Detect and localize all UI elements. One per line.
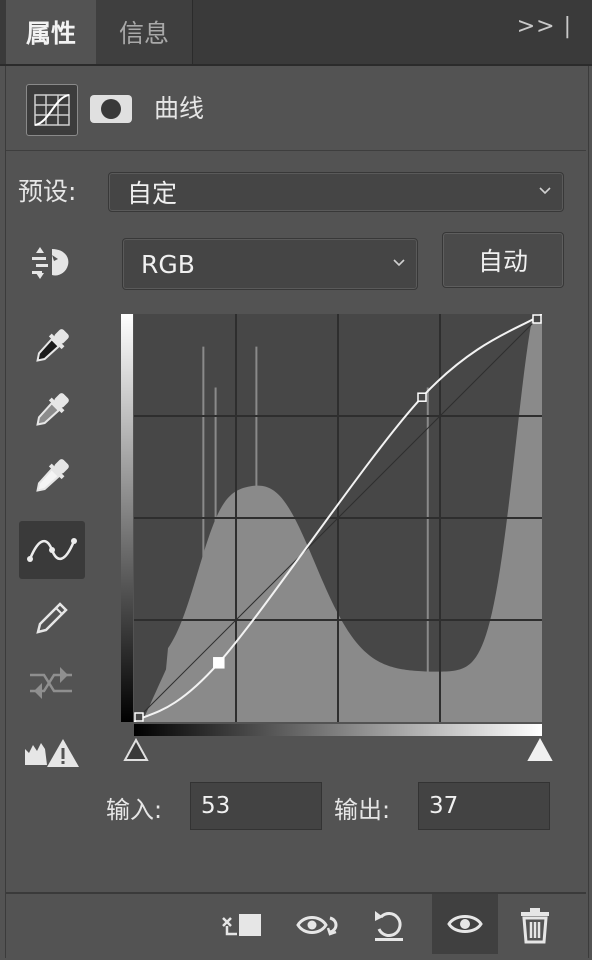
curve-point[interactable] — [134, 712, 144, 722]
on-image-adjust-icon[interactable] — [24, 236, 78, 290]
panel-menu-button[interactable]: >> | — [517, 14, 572, 39]
white-point-eyedropper-icon[interactable] — [24, 450, 78, 504]
clipping-warning-icon[interactable] — [22, 726, 82, 780]
white-point-slider[interactable] — [527, 737, 553, 762]
preset-value: 自定 — [127, 179, 178, 208]
smooth-curve-icon[interactable] — [24, 656, 78, 710]
reset-adjustment-icon[interactable] — [362, 898, 416, 952]
black-point-eyedropper-icon[interactable] — [24, 320, 78, 374]
auto-button[interactable]: 自动 — [442, 232, 564, 288]
output-value-field[interactable]: 37 — [418, 782, 550, 830]
input-value-field[interactable]: 53 — [190, 782, 322, 830]
tab-info[interactable]: 信息 — [96, 0, 193, 64]
curve-point-selected[interactable] — [213, 657, 225, 669]
channel-value: RGB — [141, 249, 195, 279]
preset-dropdown[interactable]: 自定 — [108, 172, 564, 212]
curve-graph[interactable] — [134, 314, 542, 722]
chevron-down-icon — [393, 259, 405, 267]
curve-point[interactable] — [417, 392, 427, 402]
gray-point-eyedropper-icon[interactable] — [24, 384, 78, 438]
delete-adjustment-icon[interactable] — [508, 898, 562, 952]
black-point-slider[interactable] — [123, 737, 149, 762]
output-label: 输出: — [334, 796, 391, 824]
toggle-visibility-icon[interactable] — [432, 894, 498, 954]
edit-points-curve-icon[interactable] — [19, 521, 85, 579]
input-label: 输入: — [106, 796, 163, 824]
tab-properties[interactable]: 属性 — [6, 0, 96, 64]
layer-mask-icon[interactable] — [90, 95, 132, 123]
header-divider — [6, 150, 586, 151]
preset-label: 预设: — [18, 177, 77, 206]
curves-adjustment-icon[interactable] — [26, 84, 78, 136]
view-previous-state-icon[interactable] — [292, 898, 346, 952]
chevron-down-icon — [539, 187, 551, 195]
channel-dropdown[interactable]: RGB — [122, 238, 418, 290]
curve-point[interactable] — [532, 314, 542, 324]
adjustment-title: 曲线 — [154, 94, 205, 123]
clip-to-layer-icon[interactable] — [215, 898, 269, 952]
pencil-draw-icon[interactable] — [24, 592, 78, 646]
input-gradient-bar — [134, 724, 542, 736]
output-gradient-bar — [121, 314, 133, 722]
